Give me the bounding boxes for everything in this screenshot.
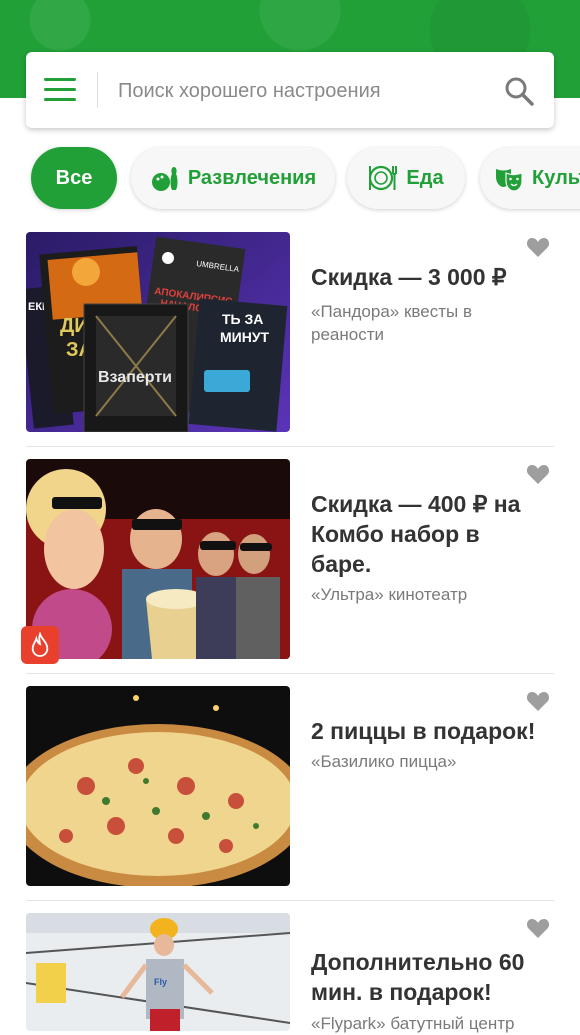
theater-masks-icon xyxy=(496,169,523,192)
svg-text:МИНУТ: МИНУТ xyxy=(220,329,270,345)
offer-subtitle: «Базилико пицца» xyxy=(311,752,457,771)
chip-culture[interactable]: Культура xyxy=(480,147,580,209)
hot-offer-badge xyxy=(21,626,59,664)
plate-cutlery-icon xyxy=(369,165,398,191)
heart-icon[interactable] xyxy=(526,690,550,712)
card-divider xyxy=(26,673,554,674)
offer-image-rope-park: Fly xyxy=(26,913,290,1031)
offer-subtitle: «Пандора» квесты в реаности xyxy=(311,302,472,344)
offer-title: 2 пиццы в подарок! xyxy=(311,718,536,744)
chip-all[interactable]: Все xyxy=(31,147,117,209)
svg-text:Fly: Fly xyxy=(154,977,167,987)
chip-entertainment[interactable]: Развлечения xyxy=(131,147,335,209)
fire-icon xyxy=(31,632,49,657)
bowling-icon xyxy=(151,167,178,191)
chip-label: Развлечения xyxy=(187,166,317,189)
chip-label: Культура xyxy=(532,166,580,189)
search-input[interactable] xyxy=(116,72,490,110)
offer-image-quest-posters: ЕКЦИЮ ДИ ЗА UMBRELLA АПОКАЛИПСИС НАЧАЛО … xyxy=(26,232,290,432)
svg-text:ТЬ ЗА: ТЬ ЗА xyxy=(222,311,263,327)
card-divider xyxy=(26,900,554,901)
svg-text:Взаперти: Взаперти xyxy=(98,369,172,386)
heart-icon[interactable] xyxy=(526,917,550,939)
offer-image-pizza xyxy=(26,686,290,886)
heart-icon[interactable] xyxy=(526,236,550,258)
offer-title: Дополнительно 60 мин. в подарок! xyxy=(311,949,525,1005)
chip-label: Все xyxy=(55,166,93,189)
category-chips: Все Развлечения Еда Культура xyxy=(0,146,580,216)
search-icon[interactable] xyxy=(504,76,534,106)
offer-card-basilico[interactable]: 2 пиццы в подарок! «Базилико пицца» xyxy=(26,686,554,886)
offer-subtitle: «Ультра» кинотеатр xyxy=(311,585,468,604)
offer-card-ultra[interactable]: Скидка — 400 ₽ на Комбо набор в баре. «У… xyxy=(26,459,554,659)
heart-icon[interactable] xyxy=(526,463,550,485)
chip-label: Еда xyxy=(406,166,444,189)
chip-food[interactable]: Еда xyxy=(347,147,465,209)
offer-title: Скидка — 400 ₽ на Комбо набор в баре. xyxy=(311,491,521,577)
offer-title: Скидка — 3 000 ₽ xyxy=(311,264,507,290)
search-divider xyxy=(97,72,98,108)
offer-card-pandora[interactable]: ЕКЦИЮ ДИ ЗА UMBRELLA АПОКАЛИПСИС НАЧАЛО … xyxy=(26,232,554,432)
search-bar xyxy=(26,52,554,128)
card-divider xyxy=(26,446,554,447)
offer-card-flypark[interactable]: Fly Дополнительно 60 мин. в подарок! «Fl… xyxy=(26,913,554,1033)
offer-subtitle: «Flypark» батутный центр xyxy=(311,1014,515,1033)
offer-image-cinema-audience xyxy=(26,459,290,659)
menu-icon[interactable] xyxy=(44,78,78,102)
